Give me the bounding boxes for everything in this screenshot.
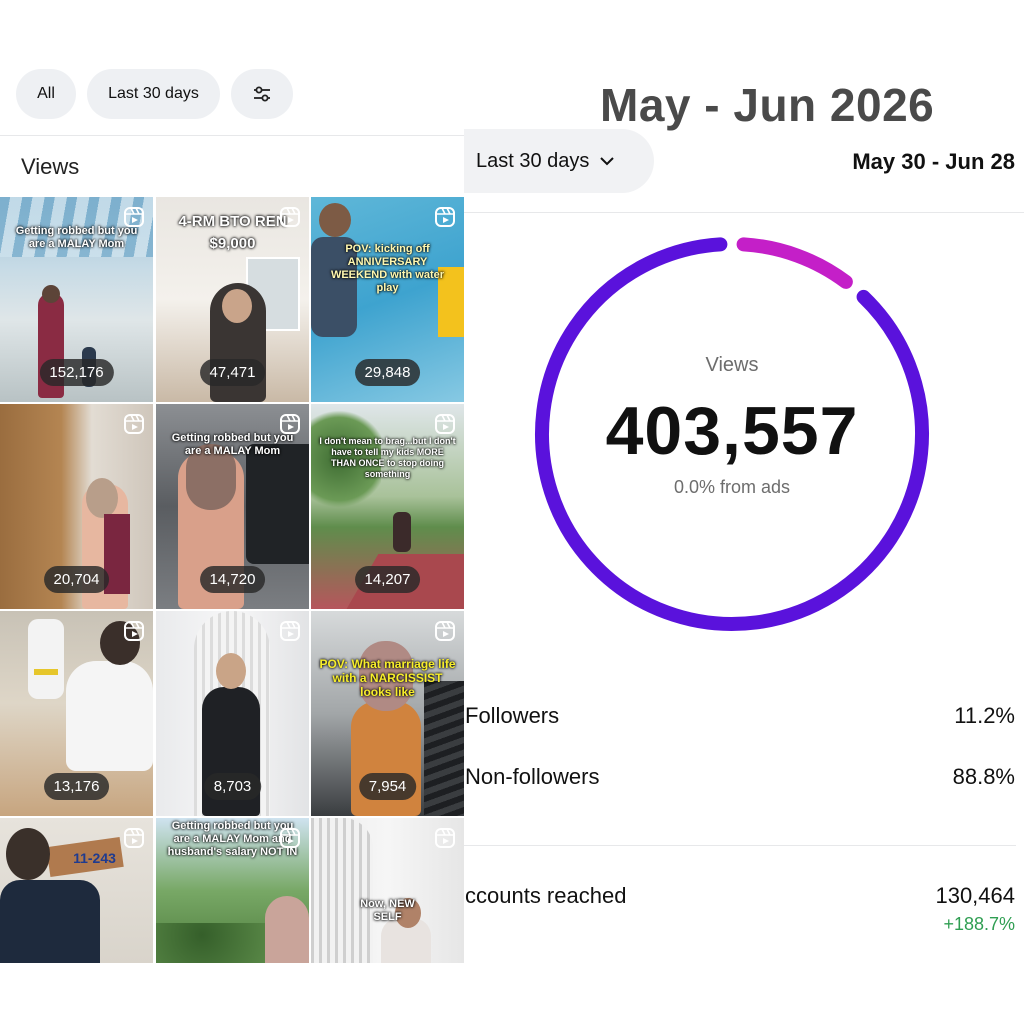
reel-thumbnail[interactable]: 20,704 <box>0 404 153 609</box>
divider <box>464 212 1024 213</box>
reel-icon <box>435 828 455 848</box>
reel-thumbnail[interactable]: POV: What marriage life with a NARCISSIS… <box>311 611 464 816</box>
divider <box>0 135 464 136</box>
reel-caption: I don't mean to brag...but I don't have … <box>319 436 456 479</box>
accounts-reached-change: +188.7% <box>943 914 1015 934</box>
reel-thumbnail[interactable]: Getting robbed but you are a MALAY Mom 1… <box>156 404 309 609</box>
total-views-value: 403,557 <box>605 393 859 469</box>
sliders-icon <box>254 86 270 102</box>
filter-chip-all[interactable]: All <box>16 69 76 119</box>
reel-caption: POV: What marriage life with a NARCISSIS… <box>319 657 456 699</box>
reel-view-count: 47,471 <box>199 359 266 386</box>
reel-thumbnail[interactable]: I don't mean to brag...but I don't have … <box>311 404 464 609</box>
filter-chip-all-label: All <box>37 85 55 102</box>
reel-icon <box>280 621 300 641</box>
filter-settings-button[interactable] <box>231 69 293 119</box>
chevron-down-icon <box>600 157 615 166</box>
reel-caption: Now, NEW SELF <box>360 898 415 923</box>
reel-view-count: 14,207 <box>354 566 421 593</box>
accounts-reached-label: ccounts reached <box>465 883 627 908</box>
reel-thumbnail[interactable]: 11-243 <box>0 818 153 963</box>
reel-view-count: 8,703 <box>203 773 262 800</box>
accounts-reached-value: 130,464 <box>935 883 1015 908</box>
reel-caption: POV: kicking off ANNIVERSARY WEEKEND wit… <box>330 243 445 294</box>
reel-caption: Getting robbed but you are a MALAY Mom <box>171 432 294 457</box>
reel-icon <box>435 414 455 434</box>
reel-view-count: 29,848 <box>354 359 421 386</box>
followers-label: Followers <box>465 703 560 728</box>
date-range-dropdown-label: Last 30 days <box>476 149 590 172</box>
filter-chip-date-range-label: Last 30 days <box>108 85 199 102</box>
ads-percentage-note: 0.0% from ads <box>673 477 791 497</box>
reel-icon <box>280 828 300 848</box>
followers-percent: 11.2% <box>954 703 1015 728</box>
reel-icon <box>124 621 144 641</box>
reel-thumbnail[interactable]: 8,703 <box>156 611 309 816</box>
reel-caption: 11-243 <box>73 850 116 866</box>
reels-grid: Getting robbed but you are a MALAY Mom 1… <box>0 197 464 963</box>
reel-view-count: 14,720 <box>199 566 266 593</box>
reel-icon <box>124 828 144 848</box>
reel-view-count: 13,176 <box>43 773 110 800</box>
reel-thumbnail[interactable]: 13,176 <box>0 611 153 816</box>
reel-icon <box>124 414 144 434</box>
reel-icon <box>435 207 455 227</box>
date-range-text: May 30 - Jun 28 <box>852 149 1015 174</box>
reel-view-count: 152,176 <box>39 359 114 386</box>
non-followers-percent: 88.8% <box>952 764 1015 789</box>
reel-thumbnail[interactable]: POV: kicking off ANNIVERSARY WEEKEND wit… <box>311 197 464 402</box>
reel-view-count: 7,954 <box>358 773 417 800</box>
reel-thumbnail[interactable]: Now, NEW SELF <box>311 818 464 963</box>
reel-icon <box>280 207 300 227</box>
reel-thumbnail[interactable]: Getting robbed but you are a MALAY Mom a… <box>156 818 309 963</box>
non-followers-label: Non-followers <box>465 764 600 789</box>
date-range-dropdown[interactable]: Last 30 days <box>464 129 654 193</box>
reel-caption: Getting robbed but you are a MALAY Mom <box>15 225 138 250</box>
donut-label: Views <box>705 354 759 376</box>
reel-icon <box>280 414 300 434</box>
period-title: May - Jun 2026 <box>600 79 935 131</box>
reel-icon <box>124 207 144 227</box>
donut-segment-followers <box>736 237 853 289</box>
filter-chip-date-range[interactable]: Last 30 days <box>87 69 220 119</box>
section-title-views: Views <box>21 154 80 179</box>
reel-thumbnail[interactable]: Getting robbed but you are a MALAY Mom 1… <box>0 197 153 402</box>
reel-thumbnail[interactable]: 4-RM BTO REN $9,000 47,471 <box>156 197 309 402</box>
divider <box>464 845 1016 846</box>
reel-view-count: 20,704 <box>43 566 110 593</box>
reel-icon <box>435 621 455 641</box>
